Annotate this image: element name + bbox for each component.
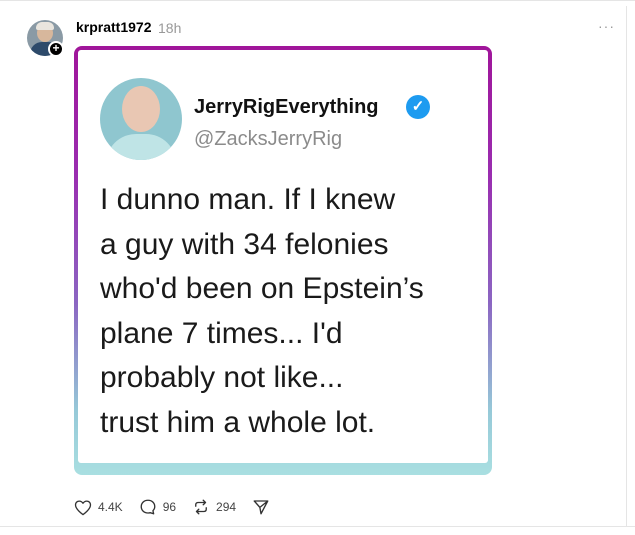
like-count: 4.4K <box>98 500 123 514</box>
repost-button[interactable]: 294 <box>192 498 236 516</box>
verified-badge-icon: ✓ <box>406 95 430 119</box>
window-frame-bottom <box>0 526 635 535</box>
more-horizontal-icon[interactable]: ··· <box>598 18 615 34</box>
repost-icon <box>195 499 207 515</box>
repost-count: 294 <box>216 500 237 514</box>
tweet-author-avatar <box>100 78 182 160</box>
comment-button[interactable]: 96 <box>139 498 176 516</box>
tweet-text: I dunno man. If I knew a guy with 34 fel… <box>100 183 424 439</box>
send-icon <box>253 500 269 515</box>
post-image[interactable]: JerryRigEverything ✓ @ZacksJerryRig I du… <box>74 46 492 475</box>
comment-icon <box>140 499 156 515</box>
window-frame-right <box>626 6 635 526</box>
tweet-author-name: JerryRigEverything <box>194 96 379 118</box>
follow-plus-icon[interactable]: + <box>48 41 64 57</box>
tweet-card: JerryRigEverything ✓ @ZacksJerryRig I du… <box>78 50 488 463</box>
heart-icon <box>74 499 92 515</box>
comment-count: 96 <box>162 500 177 514</box>
post-action-bar: 4.4K 96 294 <box>74 497 286 517</box>
like-button[interactable]: 4.4K <box>74 499 123 516</box>
post-timestamp[interactable]: 18h <box>158 20 181 36</box>
tweet-author-handle: @ZacksJerryRig <box>194 128 343 150</box>
share-button[interactable] <box>252 498 270 516</box>
post-username[interactable]: krpratt1972 <box>76 19 152 35</box>
window-frame-top <box>0 0 635 7</box>
user-avatar[interactable]: + <box>27 20 64 57</box>
